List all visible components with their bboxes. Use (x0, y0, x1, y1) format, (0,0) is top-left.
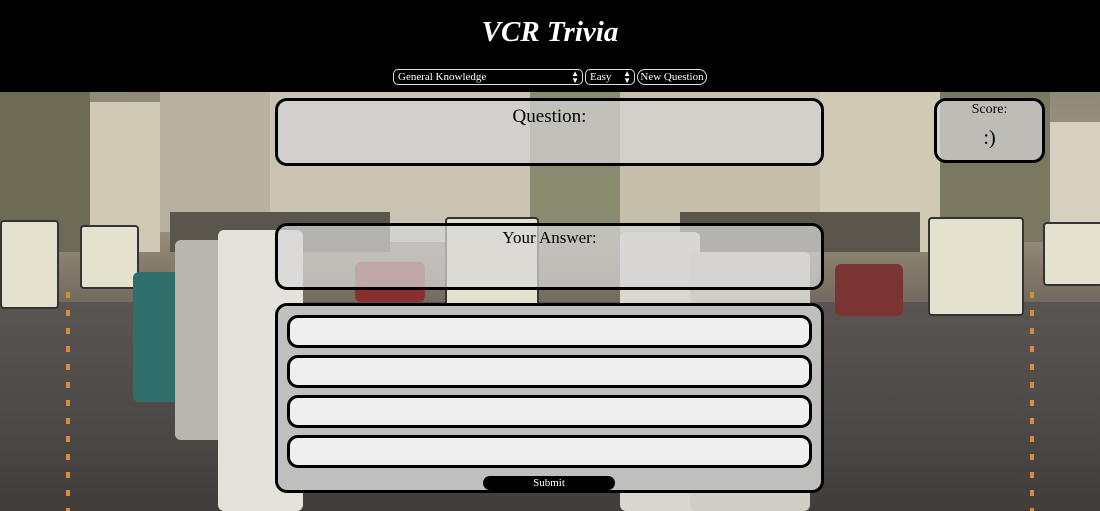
answer-label: Your Answer: (502, 228, 597, 247)
chevron-updown-icon: ▲ ▼ (571, 69, 579, 85)
submit-button[interactable]: Submit (483, 476, 615, 490)
answer-option-button[interactable] (287, 355, 812, 388)
score-value: :) (983, 127, 996, 149)
new-question-button[interactable]: New Question (637, 69, 707, 85)
score-label: Score: (971, 102, 1008, 117)
controls-bar: General Knowledge ▲ ▼ Easy ▲ ▼ New Questio… (393, 69, 707, 85)
difficulty-select[interactable]: Easy ▲ ▼ (585, 69, 635, 85)
answer-panel: Your Answer: (275, 223, 824, 290)
answer-option-button[interactable] (287, 435, 812, 468)
question-panel: Question: (275, 98, 824, 166)
answer-option-button[interactable] (287, 315, 812, 348)
question-label: Question: (512, 106, 587, 127)
chevron-updown-icon: ▲ ▼ (623, 69, 631, 85)
answer-option-button[interactable] (287, 395, 812, 428)
options-panel: Submit (275, 303, 824, 493)
app-title: VCR Trivia (481, 16, 619, 48)
category-select[interactable]: General Knowledge ▲ ▼ (393, 69, 583, 85)
score-panel: Score: :) (934, 98, 1045, 163)
header-bar: VCR Trivia General Knowledge ▲ ▼ Easy ▲ ▼ … (0, 0, 1100, 92)
category-selected-label: General Knowledge (398, 71, 487, 83)
difficulty-selected-label: Easy (590, 71, 612, 83)
